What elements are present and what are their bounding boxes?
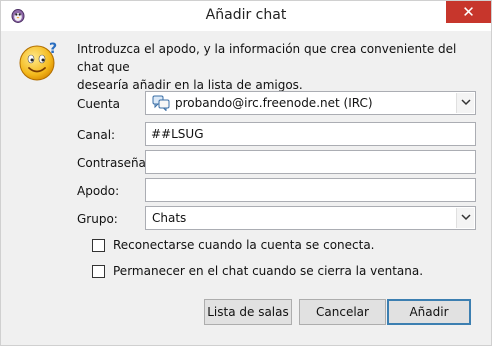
group-select[interactable]: Chats	[145, 206, 476, 230]
persist-label: Permanecer en el chat cuando se cierra l…	[113, 264, 424, 278]
chevron-down-icon	[461, 99, 471, 106]
account-dropdown-arrow[interactable]	[456, 93, 474, 113]
window-title: Añadir chat	[205, 7, 287, 23]
intro-line-1: Introduzca el apodo, y la información qu…	[77, 42, 457, 74]
add-button[interactable]: Añadir	[387, 299, 471, 325]
group-value: Chats	[152, 211, 187, 225]
reconnect-label: Reconectarse cuando la cuenta se conecta…	[113, 238, 375, 252]
nickname-label: Apodo:	[77, 184, 120, 198]
close-button[interactable]: ✕	[446, 1, 491, 23]
persist-checkbox[interactable]	[92, 265, 105, 278]
channel-label: Canal:	[77, 128, 116, 142]
title-bar: Añadir chat ✕	[1, 1, 491, 31]
dialog-body: ? Introduzca el apodo, y la información …	[8, 31, 484, 339]
room-list-button[interactable]: Lista de salas	[204, 299, 292, 325]
account-label: Cuenta	[77, 97, 121, 111]
account-value: probando@irc.freenode.net (IRC)	[175, 96, 373, 110]
chevron-down-icon	[461, 214, 471, 221]
reconnect-checkbox[interactable]	[92, 239, 105, 252]
close-icon: ✕	[462, 3, 475, 21]
add-chat-dialog: Añadir chat ✕ ? Introduzca el apodo, y l…	[0, 0, 492, 346]
intro-text: Introduzca el apodo, y la información qu…	[77, 40, 477, 94]
channel-input[interactable]	[145, 122, 476, 146]
account-select[interactable]: probando@irc.freenode.net (IRC)	[145, 91, 476, 115]
cancel-button[interactable]: Cancelar	[299, 299, 386, 325]
password-input[interactable]	[145, 150, 476, 174]
group-dropdown-arrow[interactable]	[456, 208, 474, 228]
nickname-input[interactable]	[145, 178, 476, 202]
password-label: Contraseña:	[77, 156, 150, 170]
svg-text:?: ?	[49, 41, 57, 57]
chat-account-icon	[152, 95, 170, 111]
smiley-question-icon: ?	[19, 41, 57, 81]
group-label: Grupo:	[77, 212, 118, 226]
